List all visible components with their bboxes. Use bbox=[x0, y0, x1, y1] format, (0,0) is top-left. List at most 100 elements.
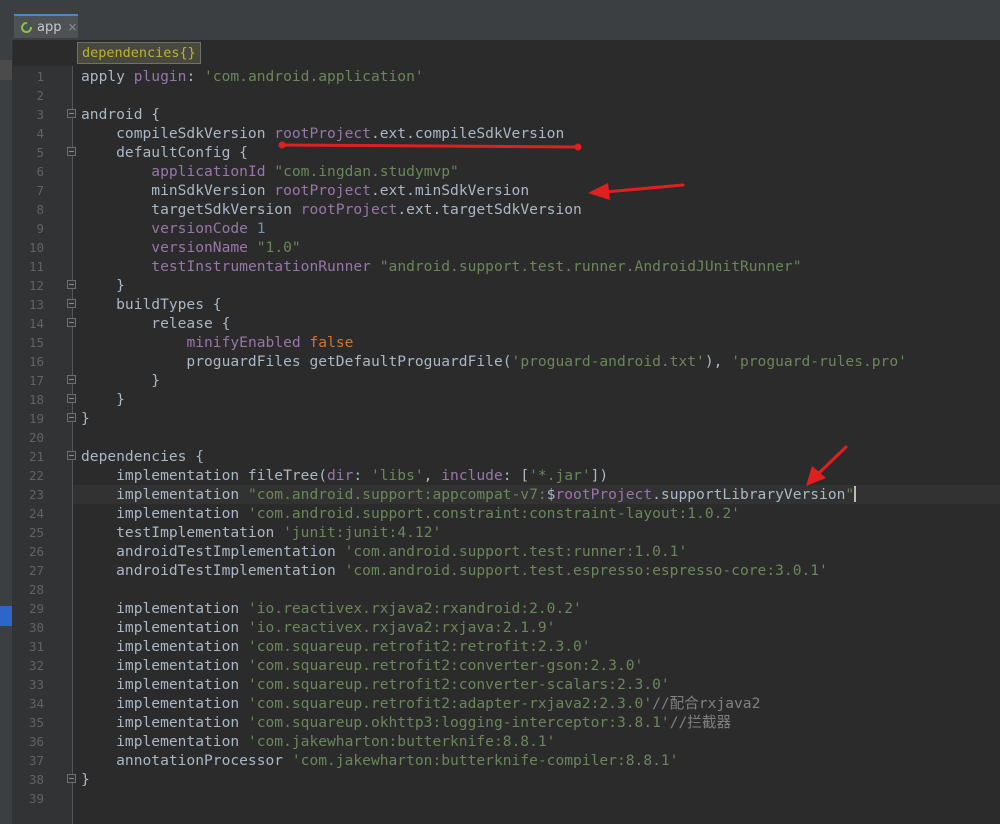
code-text[interactable]: androidTestImplementation 'com.android.s… bbox=[81, 561, 828, 580]
code-line[interactable]: 22 implementation fileTree(dir: 'libs', … bbox=[29, 466, 1000, 485]
code-text[interactable]: release { bbox=[81, 314, 230, 333]
line-number[interactable]: 19 bbox=[12, 409, 44, 428]
code-text[interactable]: android { bbox=[81, 105, 160, 124]
code-text[interactable]: implementation "com.android.support:appc… bbox=[81, 485, 857, 504]
code-line[interactable]: 9 versionCode 1 bbox=[36, 219, 1000, 238]
line-number[interactable]: 8 bbox=[12, 200, 44, 219]
code-line[interactable]: 2 bbox=[36, 86, 1000, 105]
line-number[interactable]: 1 bbox=[12, 67, 44, 86]
code-line[interactable]: 36 implementation 'com.jakewharton:butte… bbox=[29, 732, 1000, 751]
code-line[interactable]: 25 testImplementation 'junit:junit:4.12' bbox=[29, 523, 1000, 542]
code-line[interactable]: 38} bbox=[29, 770, 1000, 789]
line-number[interactable]: 13 bbox=[12, 295, 44, 314]
tool-window-marker-active[interactable] bbox=[0, 606, 12, 626]
line-number[interactable]: 39 bbox=[12, 789, 44, 808]
fold-toggle-icon[interactable] bbox=[67, 413, 76, 422]
line-number[interactable]: 36 bbox=[12, 732, 44, 751]
code-text[interactable]: buildTypes { bbox=[81, 295, 221, 314]
code-text[interactable]: implementation 'com.squareup.retrofit2:a… bbox=[81, 694, 760, 713]
code-line[interactable]: 15 minifyEnabled false bbox=[29, 333, 1000, 352]
code-line[interactable]: 6 applicationId "com.ingdan.studymvp" bbox=[36, 162, 1000, 181]
code-text[interactable]: applicationId "com.ingdan.studymvp" bbox=[81, 162, 459, 181]
code-line[interactable]: 14 release { bbox=[29, 314, 1000, 333]
code-text[interactable]: dependencies { bbox=[81, 447, 204, 466]
fold-toggle-icon[interactable] bbox=[67, 394, 76, 403]
line-number[interactable]: 4 bbox=[12, 124, 44, 143]
line-number[interactable]: 18 bbox=[12, 390, 44, 409]
fold-toggle-icon[interactable] bbox=[67, 375, 76, 384]
code-text[interactable]: testInstrumentationRunner "android.suppo… bbox=[81, 257, 801, 276]
code-text[interactable]: implementation fileTree(dir: 'libs', inc… bbox=[81, 466, 608, 485]
code-text[interactable]: } bbox=[81, 770, 90, 789]
code-line[interactable]: 11 testInstrumentationRunner "android.su… bbox=[29, 257, 1000, 276]
code-text[interactable]: implementation 'io.reactivex.rxjava2:rxa… bbox=[81, 599, 582, 618]
code-line[interactable]: 3 android { bbox=[36, 105, 1000, 124]
line-number[interactable]: 15 bbox=[12, 333, 44, 352]
fold-toggle-icon[interactable] bbox=[67, 318, 76, 327]
code-line[interactable]: 7 minSdkVersion rootProject.ext.minSdkVe… bbox=[36, 181, 1000, 200]
line-number[interactable]: 32 bbox=[12, 656, 44, 675]
code-text[interactable]: versionName "1.0" bbox=[81, 238, 300, 257]
line-number[interactable]: 27 bbox=[12, 561, 44, 580]
line-number[interactable]: 6 bbox=[12, 162, 44, 181]
code-line[interactable]: 23 implementation "com.android.support:a… bbox=[29, 485, 1000, 504]
line-number[interactable]: 28 bbox=[12, 580, 44, 599]
line-number[interactable]: 26 bbox=[12, 542, 44, 561]
line-number[interactable]: 14 bbox=[12, 314, 44, 333]
line-number[interactable]: 21 bbox=[12, 447, 44, 466]
code-line[interactable]: 20 bbox=[29, 428, 1000, 447]
code-line[interactable]: 12 } bbox=[29, 276, 1000, 295]
code-line[interactable]: 31 implementation 'com.squareup.retrofit… bbox=[29, 637, 1000, 656]
breadcrumb[interactable]: dependencies{} bbox=[77, 42, 201, 64]
code-text[interactable]: } bbox=[81, 371, 160, 390]
code-line[interactable]: 8 targetSdkVersion rootProject.ext.targe… bbox=[36, 200, 1000, 219]
line-number[interactable]: 11 bbox=[12, 257, 44, 276]
code-text[interactable]: } bbox=[81, 409, 90, 428]
code-text[interactable]: } bbox=[81, 276, 125, 295]
line-number[interactable]: 16 bbox=[12, 352, 44, 371]
code-line[interactable]: 27 androidTestImplementation 'com.androi… bbox=[29, 561, 1000, 580]
code-line[interactable]: 4 compileSdkVersion rootProject.ext.comp… bbox=[36, 124, 1000, 143]
fold-toggle-icon[interactable] bbox=[67, 451, 76, 460]
code-line[interactable]: 17 } bbox=[29, 371, 1000, 390]
code-text[interactable]: implementation 'io.reactivex.rxjava2:rxj… bbox=[81, 618, 555, 637]
code-text[interactable]: versionCode 1 bbox=[81, 219, 265, 238]
line-number[interactable]: 33 bbox=[12, 675, 44, 694]
line-number[interactable]: 35 bbox=[12, 713, 44, 732]
line-number[interactable]: 22 bbox=[12, 466, 44, 485]
code-line[interactable]: 32 implementation 'com.squareup.retrofit… bbox=[29, 656, 1000, 675]
code-line[interactable]: 13 buildTypes { bbox=[29, 295, 1000, 314]
code-line[interactable]: 29 implementation 'io.reactivex.rxjava2:… bbox=[29, 599, 1000, 618]
fold-toggle-icon[interactable] bbox=[67, 299, 76, 308]
code-line[interactable]: 5 defaultConfig { bbox=[36, 143, 1000, 162]
line-number[interactable]: 29 bbox=[12, 599, 44, 618]
line-number[interactable]: 12 bbox=[12, 276, 44, 295]
code-line[interactable]: 37 annotationProcessor 'com.jakewharton:… bbox=[29, 751, 1000, 770]
fold-toggle-icon[interactable] bbox=[67, 280, 76, 289]
line-number[interactable]: 38 bbox=[12, 770, 44, 789]
tool-window-marker[interactable] bbox=[0, 60, 12, 80]
line-number[interactable]: 2 bbox=[12, 86, 44, 105]
line-number[interactable]: 30 bbox=[12, 618, 44, 637]
code-line[interactable]: 10 versionName "1.0" bbox=[29, 238, 1000, 257]
code-text[interactable]: targetSdkVersion rootProject.ext.targetS… bbox=[81, 200, 582, 219]
code-line[interactable]: 24 implementation 'com.android.support.c… bbox=[29, 504, 1000, 523]
code-text[interactable]: implementation 'com.jakewharton:butterkn… bbox=[81, 732, 555, 751]
code-text[interactable]: implementation 'com.squareup.retrofit2:c… bbox=[81, 656, 643, 675]
line-number[interactable]: 37 bbox=[12, 751, 44, 770]
line-number[interactable]: 5 bbox=[12, 143, 44, 162]
line-number[interactable]: 3 bbox=[12, 105, 44, 124]
line-number[interactable]: 23 bbox=[12, 485, 44, 504]
code-text[interactable]: } bbox=[81, 390, 125, 409]
code-line[interactable]: 30 implementation 'io.reactivex.rxjava2:… bbox=[29, 618, 1000, 637]
code-text[interactable]: defaultConfig { bbox=[81, 143, 248, 162]
code-line[interactable]: 35 implementation 'com.squareup.okhttp3:… bbox=[29, 713, 1000, 732]
line-number[interactable]: 25 bbox=[12, 523, 44, 542]
code-text[interactable]: annotationProcessor 'com.jakewharton:but… bbox=[81, 751, 678, 770]
code-line[interactable]: 18 } bbox=[29, 390, 1000, 409]
code-text[interactable]: compileSdkVersion rootProject.ext.compil… bbox=[81, 124, 564, 143]
code-line[interactable]: 28 bbox=[29, 580, 1000, 599]
line-number[interactable]: 34 bbox=[12, 694, 44, 713]
code-line[interactable]: 1 apply plugin: 'com.android.application' bbox=[36, 67, 1000, 86]
line-number[interactable]: 17 bbox=[12, 371, 44, 390]
